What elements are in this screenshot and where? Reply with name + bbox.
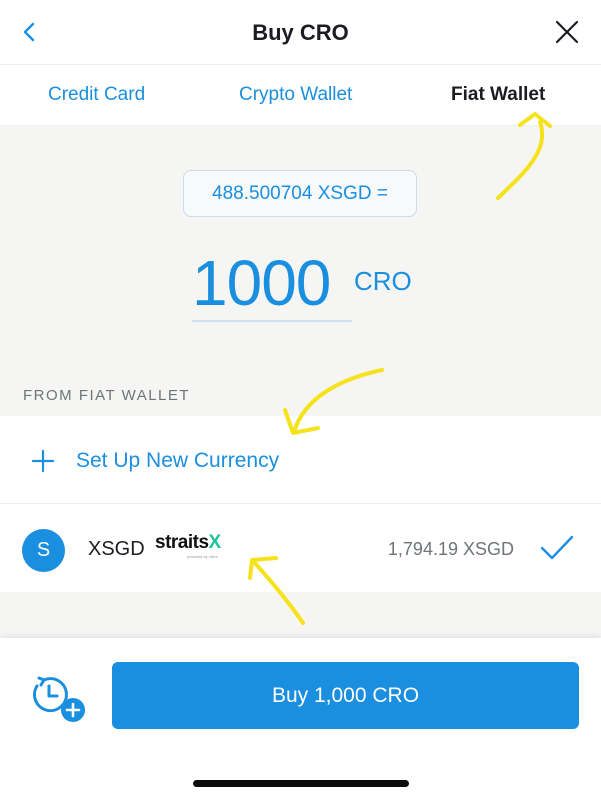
- home-indicator: [193, 780, 409, 787]
- amount-input[interactable]: 1000: [192, 244, 331, 322]
- payment-method-tabs: Credit Card Crypto Wallet Fiat Wallet: [0, 64, 601, 126]
- brand-subtext: powered by xfers: [187, 554, 218, 559]
- tab-fiat-wallet[interactable]: Fiat Wallet: [451, 84, 545, 106]
- recurring-buy-button[interactable]: [30, 674, 88, 724]
- recurring-clock-add-icon: [32, 676, 85, 722]
- header-bar: Buy CRO: [0, 0, 601, 64]
- section-label-from-fiat-wallet: FROM FIAT WALLET: [23, 387, 191, 404]
- close-icon: [555, 20, 579, 44]
- conversion-rate-button[interactable]: 488.500704 XSGD =: [183, 170, 417, 217]
- currency-avatar: S: [22, 529, 65, 572]
- set-up-new-currency-row[interactable]: Set Up New Currency: [0, 416, 601, 504]
- amount-unit: CRO: [354, 266, 412, 296]
- tab-credit-card[interactable]: Credit Card: [48, 84, 145, 106]
- tab-crypto-wallet[interactable]: Crypto Wallet: [239, 84, 352, 106]
- wallet-row-xsgd[interactable]: S XSGD straitsX powered by xfers 1,794.1…: [0, 504, 601, 592]
- footer-bar: Buy 1,000 CRO: [0, 638, 601, 800]
- straitsx-logo: straitsX powered by xfers: [155, 532, 222, 559]
- brand-name: straits: [155, 532, 209, 553]
- close-button[interactable]: [553, 18, 581, 46]
- wallet-balance: 1,794.19 XSGD: [387, 539, 514, 559]
- brand-x: X: [208, 532, 222, 553]
- checkmark-icon: [540, 535, 574, 560]
- wallet-currency-code: XSGD: [88, 538, 145, 560]
- page-title: Buy CRO: [252, 20, 349, 45]
- plus-icon: [31, 449, 55, 473]
- set-up-new-currency-label: Set Up New Currency: [76, 449, 280, 472]
- buy-button[interactable]: Buy 1,000 CRO: [112, 662, 579, 729]
- amount-section: 488.500704 XSGD = 1000 CRO FROM FIAT WAL…: [0, 126, 601, 416]
- amount-underline: [192, 320, 352, 322]
